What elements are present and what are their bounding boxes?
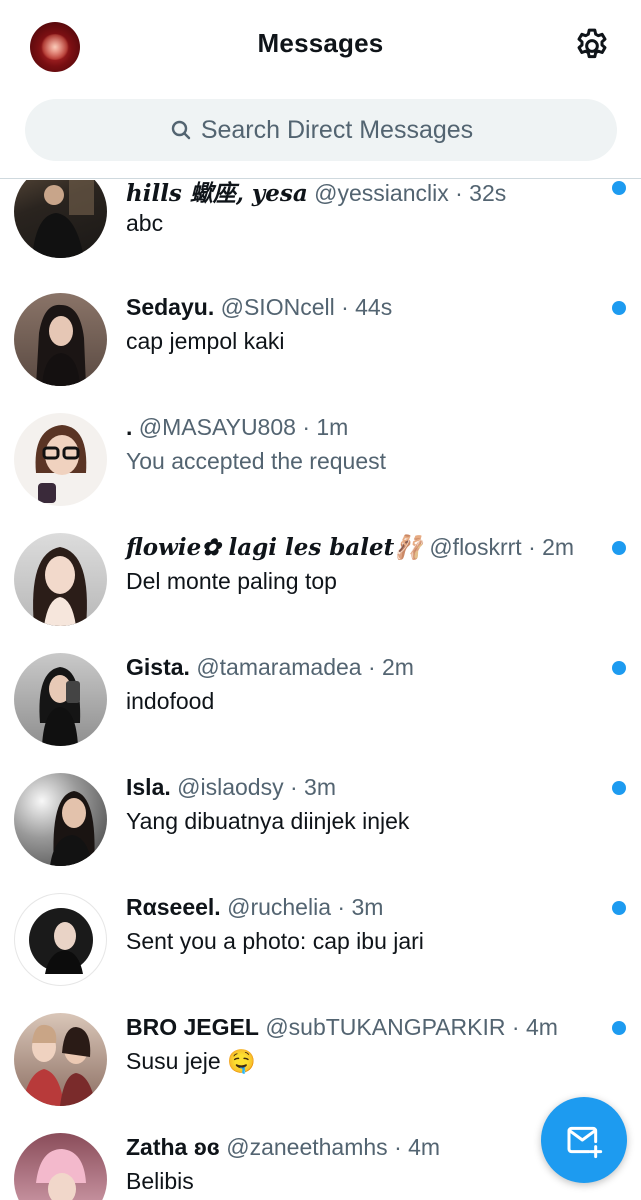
sender-handle: @subTUKANGPARKIR xyxy=(265,1014,506,1040)
message-preview: Susu jeje 🤤 xyxy=(126,1048,256,1074)
sender-name: flowie✿ lagi les balet🩰 xyxy=(126,534,423,561)
timestamp: · 4m xyxy=(511,1014,558,1040)
avatar xyxy=(14,773,107,866)
message-preview: Belibis xyxy=(126,1168,194,1194)
conversation-list: hills 蠍座, yesa @yessianclix · 32s abc Se… xyxy=(0,180,641,1200)
message-preview: Sent you a photo: cap ibu jari xyxy=(126,928,424,954)
message-preview: indofood xyxy=(126,688,215,714)
unread-indicator xyxy=(612,1021,626,1035)
conversation-row[interactable]: Rαseeel. @ruchelia · 3m Sent you a photo… xyxy=(0,880,641,1000)
avatar xyxy=(14,1133,107,1200)
page-title: Messages xyxy=(257,28,384,58)
sender-handle: @islaodsy xyxy=(177,774,284,800)
timestamp: · 32s xyxy=(455,180,507,206)
conversation-row[interactable]: Gista. @tamaramadea · 2m indofood xyxy=(0,640,641,760)
sender-name: Zatha ʚɞ xyxy=(126,1134,220,1160)
sender-name: Rαseeel. xyxy=(126,894,221,920)
unread-indicator xyxy=(612,301,626,315)
search-input[interactable]: Search Direct Messages xyxy=(25,99,617,161)
conversation-row[interactable]: flowie✿ lagi les balet🩰 @floskrrt · 2m D… xyxy=(0,520,641,640)
avatar xyxy=(14,413,107,506)
sender-name: BRO JEGEL xyxy=(126,1014,259,1040)
conversation-row[interactable]: BRO JEGEL @subTUKANGPARKIR · 4m Susu jej… xyxy=(0,1000,641,1120)
sender-name: . xyxy=(126,414,133,440)
unread-indicator xyxy=(612,661,626,675)
avatar xyxy=(14,1013,107,1106)
sender-name: Sedayu. xyxy=(126,294,215,320)
sender-handle: @zaneethamhs xyxy=(226,1134,388,1160)
message-preview: abc xyxy=(126,210,164,236)
conversation-row[interactable]: . @MASAYU808 · 1m You accepted the reque… xyxy=(0,400,641,520)
top-bar: Messages Search Direct Messages xyxy=(0,0,641,180)
conversation-row[interactable]: hills 蠍座, yesa @yessianclix · 32s abc xyxy=(0,180,641,280)
message-preview: Yang dibuatnya diinjek injek xyxy=(126,808,410,834)
sender-handle: @SIONcell xyxy=(220,294,335,320)
unread-indicator xyxy=(612,181,626,195)
new-message-icon xyxy=(567,1126,603,1159)
timestamp: · 3m xyxy=(337,894,384,920)
timestamp: · 2m xyxy=(367,654,414,680)
sender-name: Gista. xyxy=(126,654,190,680)
sender-name: hills 蠍座, yesa xyxy=(126,180,308,207)
divider xyxy=(0,178,641,179)
message-preview: Del monte paling top xyxy=(126,568,337,594)
sender-handle: @ruchelia xyxy=(227,894,331,920)
timestamp: · 1m xyxy=(302,414,349,440)
gear-icon[interactable] xyxy=(572,26,612,66)
unread-indicator xyxy=(612,781,626,795)
search-icon xyxy=(171,120,191,140)
timestamp: · 3m xyxy=(290,774,336,800)
timestamp: · 44s xyxy=(341,294,393,320)
sender-handle: @MASAYU808 xyxy=(138,414,296,440)
avatar xyxy=(14,653,107,746)
sender-handle: @tamaramadea xyxy=(196,654,362,680)
search-placeholder: Search Direct Messages xyxy=(200,115,474,144)
unread-indicator xyxy=(612,541,626,555)
avatar xyxy=(14,180,107,258)
sender-handle: @floskrrt xyxy=(429,534,522,560)
avatar xyxy=(14,533,107,626)
sender-handle: @yessianclix xyxy=(314,180,449,206)
avatar xyxy=(14,893,107,986)
sender-name: Isla. xyxy=(126,774,171,800)
conversation-row[interactable]: Sedayu. @SIONcell · 44s cap jempol kaki xyxy=(0,280,641,400)
timestamp: · 4m xyxy=(394,1134,441,1160)
avatar xyxy=(14,293,107,386)
message-preview: You accepted the request xyxy=(126,448,387,474)
compose-message-button[interactable] xyxy=(541,1097,627,1183)
conversation-row[interactable]: Isla. @islaodsy · 3m Yang dibuatnya diin… xyxy=(0,760,641,880)
timestamp: · 2m xyxy=(528,534,575,560)
message-preview: cap jempol kaki xyxy=(126,328,285,354)
unread-indicator xyxy=(612,901,626,915)
